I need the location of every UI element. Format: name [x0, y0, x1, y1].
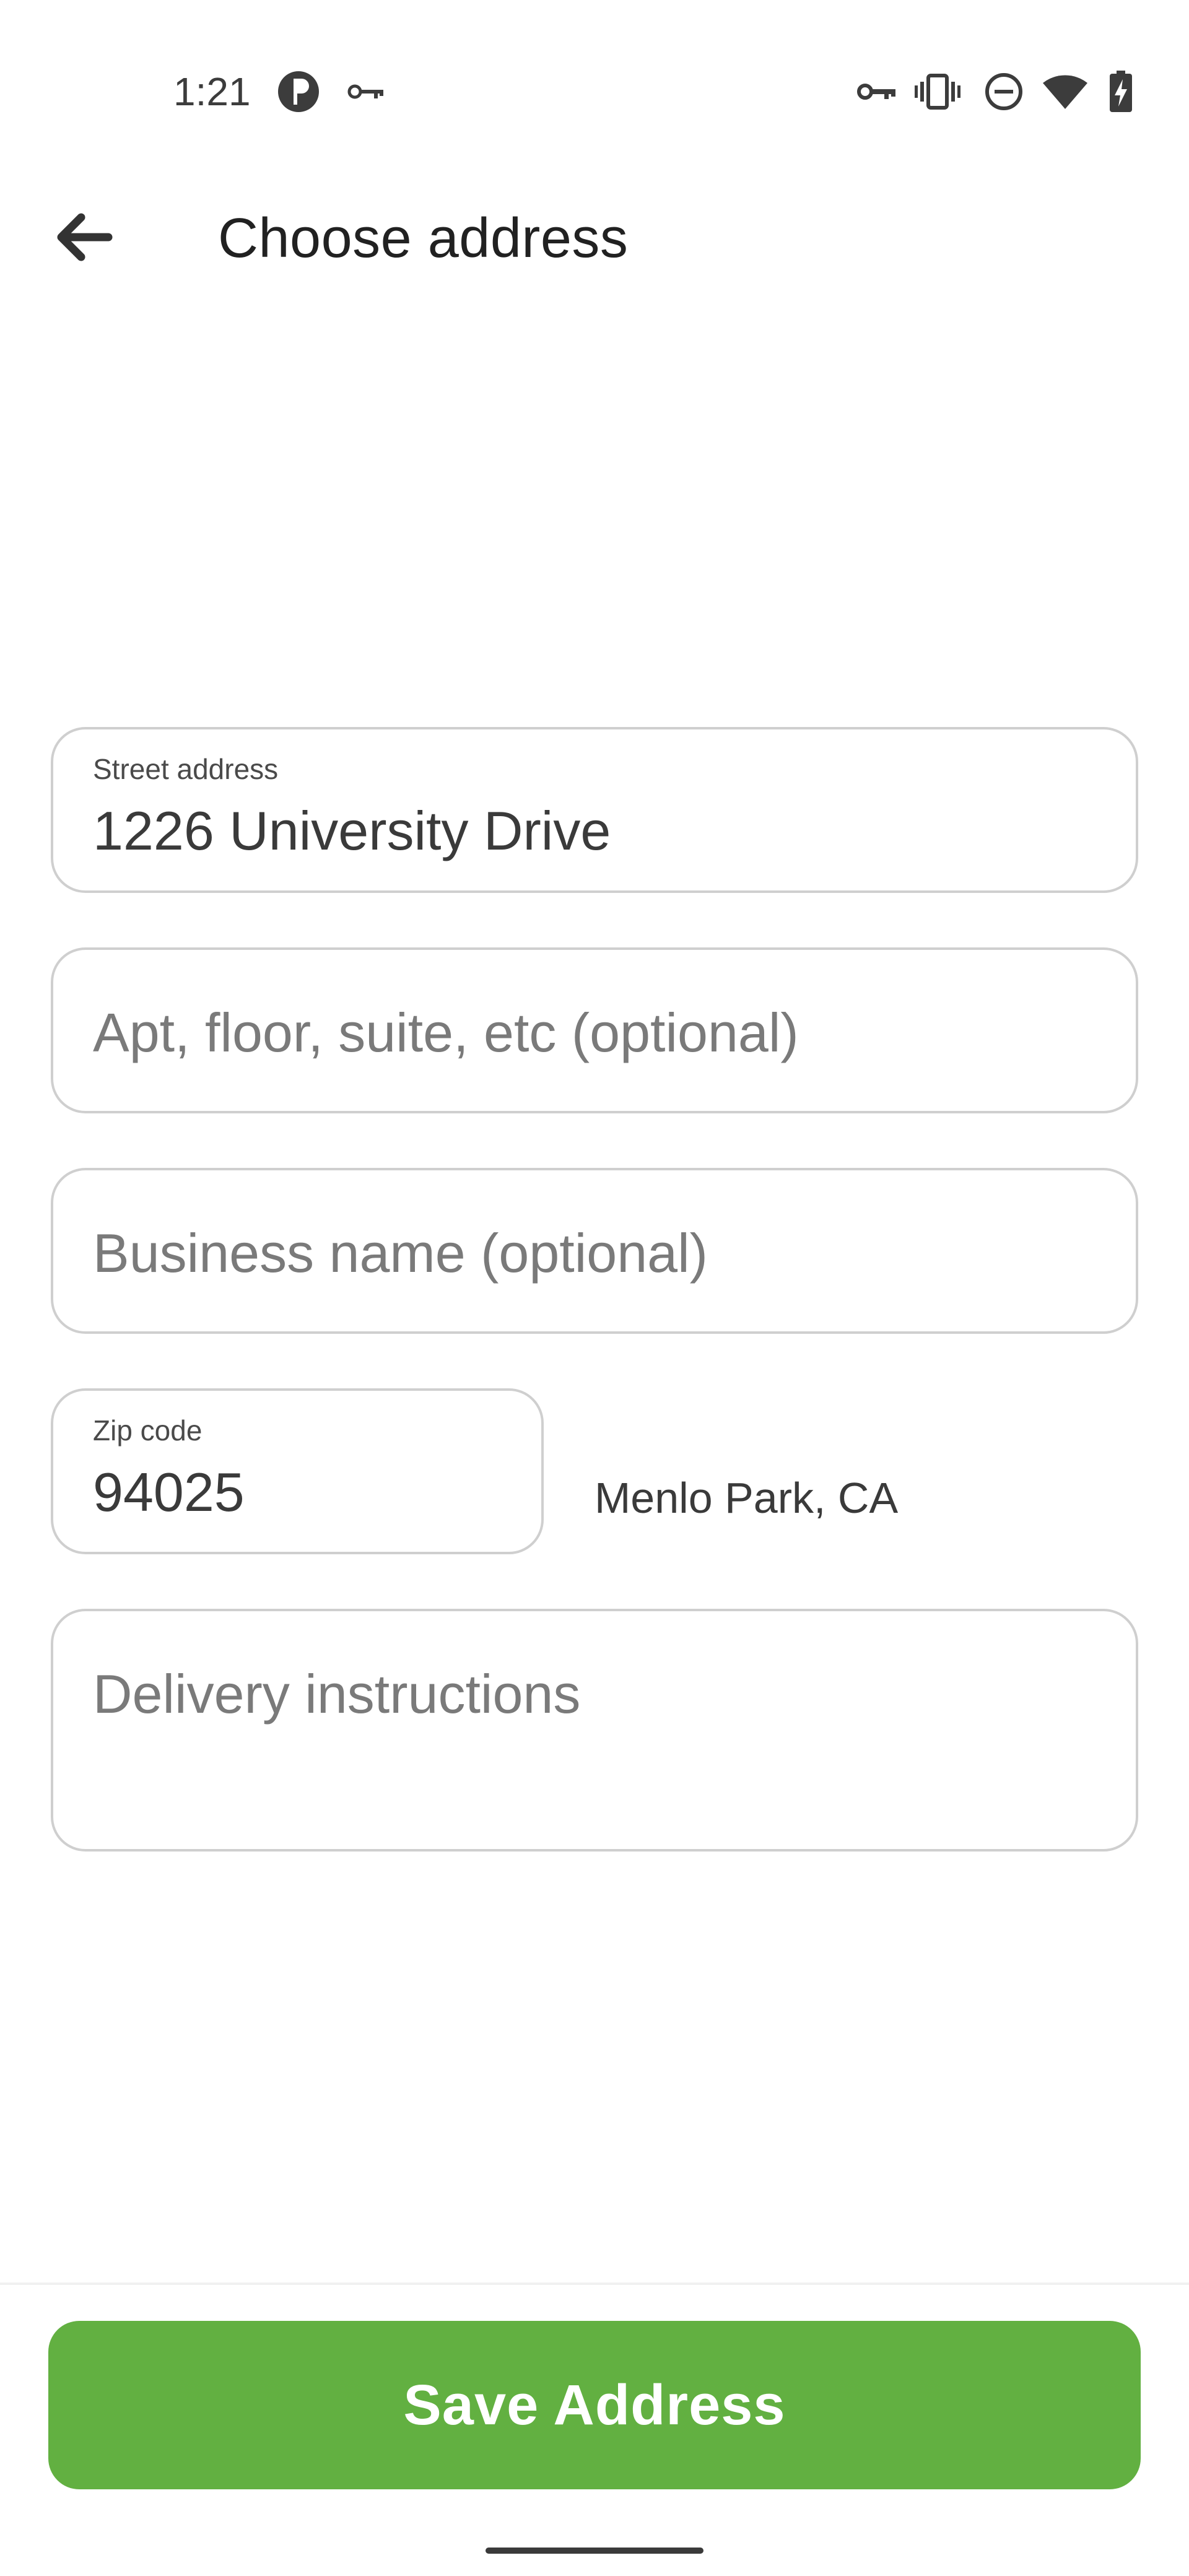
do-not-disturb-icon [981, 67, 1027, 116]
delivery-instructions-placeholder: Delivery instructions [93, 1663, 581, 1725]
city-state-text: Menlo Park, CA [594, 1474, 899, 1522]
street-address-field[interactable]: Street address 1226 University Drive [51, 727, 1138, 893]
save-address-button[interactable]: Save Address [48, 2321, 1141, 2489]
back-button[interactable] [43, 198, 124, 279]
street-address-value: 1226 University Drive [93, 800, 611, 861]
status-bar: 1:21 [0, 0, 1189, 186]
arrow-back-icon [54, 210, 113, 268]
app-bar: Choose address [0, 186, 1189, 285]
vpn-key-icon [344, 67, 388, 116]
business-name-field[interactable]: Business name (optional) [51, 1168, 1138, 1334]
vpn-key-icon-right [855, 67, 898, 116]
status-time: 1:21 [173, 69, 251, 114]
business-name-placeholder: Business name (optional) [93, 1222, 708, 1284]
battery-charging-icon [1104, 67, 1138, 116]
home-indicator[interactable] [486, 2548, 703, 2554]
street-address-label: Street address [93, 753, 279, 785]
vibrate-icon [913, 67, 962, 116]
page-title: Choose address [218, 207, 629, 269]
zip-code-field[interactable]: Zip code 94025 [51, 1388, 544, 1554]
zip-code-value: 94025 [93, 1461, 245, 1523]
app-badge-icon [274, 67, 323, 116]
wifi-icon [1040, 67, 1090, 116]
delivery-instructions-field[interactable]: Delivery instructions [51, 1609, 1138, 1852]
apt-suite-placeholder: Apt, floor, suite, etc (optional) [93, 1002, 799, 1063]
zip-code-label: Zip code [93, 1414, 203, 1447]
bottom-divider [0, 2282, 1189, 2285]
apt-suite-field[interactable]: Apt, floor, suite, etc (optional) [51, 947, 1138, 1113]
